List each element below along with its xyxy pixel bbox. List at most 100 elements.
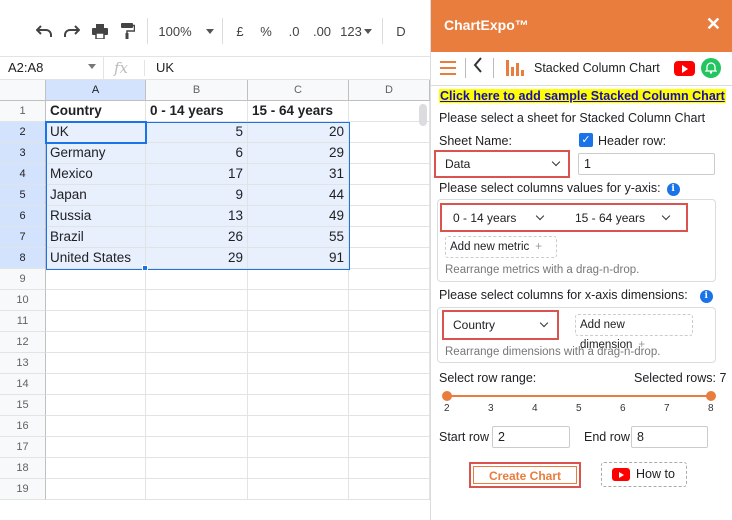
table-cell[interactable]: UK	[46, 122, 146, 143]
table-cell[interactable]: Brazil	[46, 227, 146, 248]
table-cell[interactable]	[349, 374, 430, 395]
table-cell[interactable]	[46, 290, 146, 311]
start-row-input[interactable]: 2	[492, 426, 570, 448]
formula-input[interactable]: UK	[156, 57, 174, 79]
table-cell[interactable]	[248, 416, 349, 437]
table-cell[interactable]: Mexico	[46, 164, 146, 185]
decrease-decimal-button[interactable]: .0	[284, 20, 304, 42]
dimension-select-1[interactable]: Country	[445, 314, 555, 336]
table-cell[interactable]	[349, 353, 430, 374]
table-cell[interactable]	[248, 332, 349, 353]
table-cell[interactable]	[349, 479, 430, 500]
namebox[interactable]: A2:A8	[0, 57, 104, 79]
row-header[interactable]: 18	[0, 458, 46, 479]
back-arrow-icon[interactable]	[473, 57, 483, 78]
range-end-handle[interactable]	[706, 391, 716, 401]
print-icon[interactable]	[90, 20, 110, 42]
table-cell[interactable]	[349, 458, 430, 479]
notification-bell-icon[interactable]	[701, 58, 721, 78]
row-header[interactable]: 13	[0, 353, 46, 374]
table-cell[interactable]	[248, 353, 349, 374]
table-cell[interactable]: 44	[248, 185, 349, 206]
table-cell[interactable]	[248, 374, 349, 395]
metric-select-1[interactable]: 0 - 14 years	[445, 207, 551, 229]
row-header[interactable]: 8	[0, 248, 46, 269]
table-cell[interactable]	[46, 353, 146, 374]
table-cell[interactable]: 20	[248, 122, 349, 143]
percent-button[interactable]: %	[258, 20, 274, 42]
table-cell[interactable]	[349, 164, 430, 185]
row-header[interactable]: 15	[0, 395, 46, 416]
table-cell[interactable]	[46, 269, 146, 290]
range-start-handle[interactable]	[442, 391, 452, 401]
table-cell[interactable]	[46, 311, 146, 332]
table-cell[interactable]	[248, 269, 349, 290]
table-cell[interactable]: Japan	[46, 185, 146, 206]
table-cell[interactable]	[349, 185, 430, 206]
fill-handle[interactable]	[142, 265, 148, 271]
table-cell[interactable]	[248, 311, 349, 332]
table-cell[interactable]: 29	[146, 248, 248, 269]
close-icon[interactable]: ✕	[706, 14, 721, 35]
table-cell[interactable]	[349, 122, 430, 143]
row-header[interactable]: 12	[0, 332, 46, 353]
table-cell[interactable]	[146, 479, 248, 500]
row-header[interactable]: 7	[0, 227, 46, 248]
table-cell[interactable]: 91	[248, 248, 349, 269]
table-cell[interactable]	[349, 311, 430, 332]
table-cell[interactable]	[349, 437, 430, 458]
header-row-checkbox[interactable]: ✓	[579, 133, 593, 147]
table-cell[interactable]: 17	[146, 164, 248, 185]
table-cell[interactable]	[146, 437, 248, 458]
row-header[interactable]: 19	[0, 479, 46, 500]
vertical-scrollbar[interactable]	[419, 104, 427, 126]
table-cell[interactable]	[349, 290, 430, 311]
table-cell[interactable]	[146, 332, 248, 353]
table-cell[interactable]	[46, 458, 146, 479]
column-header-a[interactable]: A	[46, 80, 146, 101]
row-header[interactable]: 2	[0, 122, 46, 143]
row-header[interactable]: 16	[0, 416, 46, 437]
table-cell[interactable]	[146, 416, 248, 437]
table-cell[interactable]	[146, 290, 248, 311]
table-cell[interactable]	[349, 248, 430, 269]
table-cell[interactable]	[146, 353, 248, 374]
table-cell[interactable]: 5	[146, 122, 248, 143]
table-cell[interactable]	[146, 458, 248, 479]
table-cell[interactable]	[248, 395, 349, 416]
row-header[interactable]: 1	[0, 101, 46, 122]
add-dimension-button[interactable]: Add new dimension +	[575, 314, 693, 351]
more-formats-button[interactable]: 123	[340, 20, 372, 42]
table-cell[interactable]	[146, 374, 248, 395]
table-cell[interactable]	[248, 458, 349, 479]
table-cell[interactable]	[349, 395, 430, 416]
table-cell[interactable]: Russia	[46, 206, 146, 227]
table-cell[interactable]: 6	[146, 143, 248, 164]
row-header[interactable]: 11	[0, 311, 46, 332]
table-cell[interactable]	[349, 416, 430, 437]
table-cell[interactable]	[46, 437, 146, 458]
row-header[interactable]: 14	[0, 374, 46, 395]
metric-select-2[interactable]: 15 - 64 years	[567, 207, 677, 229]
table-cell[interactable]	[146, 395, 248, 416]
table-cell[interactable]: 26	[146, 227, 248, 248]
header-cell[interactable]: Country	[46, 101, 146, 122]
table-cell[interactable]	[349, 269, 430, 290]
hamburger-menu-icon[interactable]	[440, 61, 456, 75]
info-icon[interactable]: i	[699, 290, 713, 303]
add-metric-button[interactable]: Add new metric +	[445, 236, 557, 258]
column-header-d[interactable]: D	[349, 80, 430, 101]
table-cell[interactable]: 13	[146, 206, 248, 227]
increase-decimal-button[interactable]: .00	[310, 20, 334, 42]
table-cell[interactable]	[349, 143, 430, 164]
row-header[interactable]: 17	[0, 437, 46, 458]
youtube-icon[interactable]	[674, 61, 695, 76]
table-cell[interactable]: United States	[46, 248, 146, 269]
table-cell[interactable]: Germany	[46, 143, 146, 164]
table-cell[interactable]	[46, 332, 146, 353]
table-cell[interactable]	[349, 206, 430, 227]
row-header[interactable]: 5	[0, 185, 46, 206]
sheet-select[interactable]: Data	[437, 153, 567, 175]
table-cell[interactable]	[146, 269, 248, 290]
info-icon[interactable]: i	[666, 183, 680, 196]
